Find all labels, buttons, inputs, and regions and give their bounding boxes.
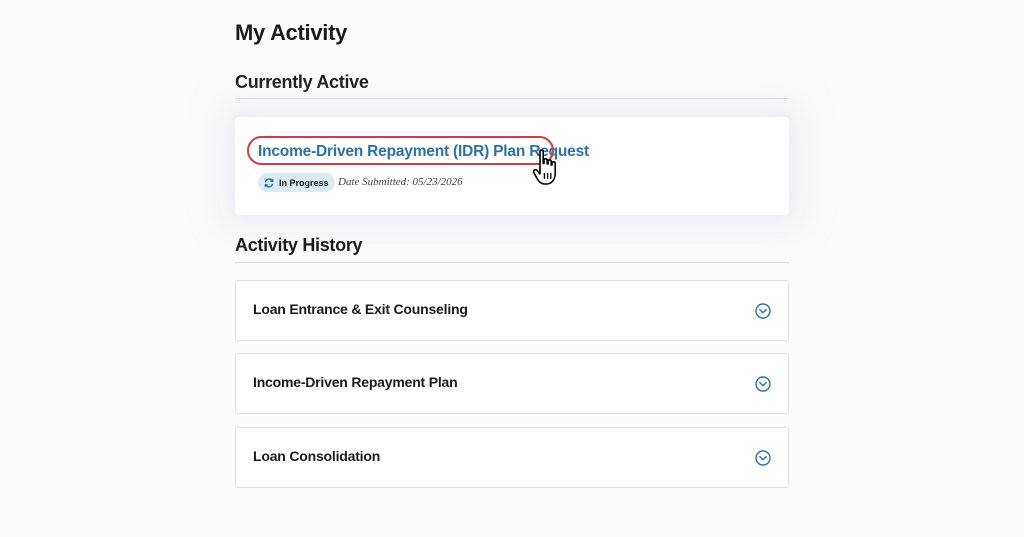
activity-history-heading: Activity History [235,235,363,255]
accordion-idr-plan[interactable]: Income-Driven Repayment Plan [235,353,789,414]
chevron-down-icon[interactable] [755,450,771,466]
hand-pointer-cursor-icon [533,149,556,185]
accordion-label: Income-Driven Repayment Plan [253,374,458,390]
click-highlight-ring [247,136,554,165]
accordion-loan-consolidation[interactable]: Loan Consolidation [235,427,789,488]
chevron-down-icon[interactable] [755,303,771,319]
accordion-loan-counseling[interactable]: Loan Entrance & Exit Counseling [235,280,789,341]
date-submitted: Date Submitted: 05/23/2026 [338,176,463,188]
divider [235,262,789,263]
status-text: In Progress [279,177,329,188]
active-request-card: Income-Driven Repayment (IDR) Plan Reque… [235,117,789,215]
accordion-label: Loan Consolidation [253,448,381,464]
divider [235,98,789,99]
chevron-down-icon[interactable] [755,376,771,392]
status-badge: In Progress [258,173,335,192]
accordion-label: Loan Entrance & Exit Counseling [253,301,468,317]
currently-active-heading: Currently Active [235,72,369,92]
sync-icon [264,178,274,187]
page-title: My Activity [235,20,348,45]
